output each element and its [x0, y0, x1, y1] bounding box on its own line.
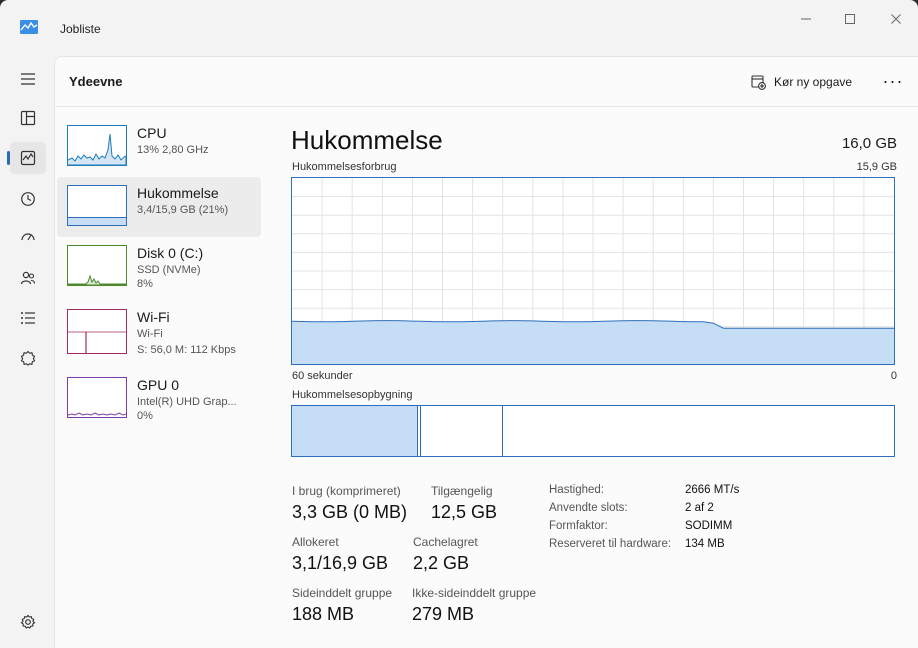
disk-thumbnail: [67, 245, 127, 286]
maximize-button[interactable]: [836, 8, 864, 30]
stat-available-value: 12,5 GB: [431, 502, 498, 522]
stat-in-use-label: I brug (komprimeret): [292, 484, 401, 498]
navigation-sidebar: [0, 56, 54, 648]
app-history-icon: [21, 192, 35, 206]
hamburger-menu-button[interactable]: [10, 63, 46, 95]
gpu-sparkline: [68, 412, 126, 416]
more-icon: ···: [882, 70, 904, 91]
stat-paged-pool-value: 188 MB: [292, 604, 355, 624]
processes-icon: [20, 110, 36, 126]
time-axis-label: 60 sekunder: [292, 370, 353, 382]
device-name: GPU 0: [137, 377, 180, 393]
memory-usage-graph: [291, 177, 895, 365]
stat-nonpaged-pool-value: 279 MB: [412, 604, 475, 624]
window-title: Jobliste: [60, 22, 101, 36]
stat-committed-label: Allokeret: [292, 535, 339, 549]
device-gpu[interactable]: GPU 0 Intel(R) UHD Grap... 0%: [57, 369, 261, 429]
details-icon: [21, 312, 35, 324]
gpu-thumbnail: [67, 377, 127, 418]
device-detail: Wi-Fi: [137, 328, 163, 340]
memory-usage-plot: [291, 178, 894, 364]
device-detail-2: S: 56,0 M: 112 Kbps: [137, 344, 236, 356]
composition-standby: [421, 406, 503, 456]
memory-thumbnail-fill: [68, 216, 126, 225]
settings-icon: [20, 614, 36, 629]
detail-reserved-value: 134 MB: [685, 538, 725, 550]
device-cpu[interactable]: CPU 13% 2,80 GHz: [57, 117, 261, 177]
stat-paged-pool-label: Sideinddelt gruppe: [292, 586, 393, 600]
detail-slots-value: 2 af 2: [685, 502, 714, 514]
page-header: Ydeevne Kør ny opgave ···: [55, 57, 918, 107]
device-detail-2: 8%: [137, 278, 153, 290]
more-options-button[interactable]: ···: [881, 69, 905, 93]
page-title: Ydeevne: [69, 74, 123, 89]
wifi-sparkline: [68, 331, 126, 353]
cpu-thumbnail: [67, 125, 127, 166]
memory-composition-bar: [291, 405, 895, 457]
device-memory[interactable]: Hukommelse 3,4/15,9 GB (21%): [57, 177, 261, 237]
nav-app-history[interactable]: [10, 183, 46, 215]
wifi-thumbnail: [67, 309, 127, 354]
run-task-label: Kør ny opgave: [774, 75, 853, 89]
stat-in-use-value: 3,3 GB (0 MB): [292, 502, 408, 522]
stat-committed-value: 3,1/16,9 GB: [292, 553, 389, 573]
task-manager-app-icon: [20, 20, 38, 34]
composition-in-use: [292, 406, 419, 456]
usage-graph-label: Hukommelsesforbrug: [292, 161, 397, 173]
cpu-sparkline: [68, 133, 126, 165]
device-detail-2: 0%: [137, 410, 153, 422]
composition-label: Hukommelsesopbygning: [292, 389, 413, 401]
memory-thumbnail: [67, 185, 127, 226]
device-name: Hukommelse: [137, 185, 219, 201]
run-new-task-button[interactable]: Kør ny opgave: [751, 70, 852, 94]
close-button[interactable]: [882, 8, 910, 30]
time-axis-end: 0: [890, 370, 897, 382]
memory-total: 16,0 GB: [841, 135, 897, 152]
close-icon: [891, 14, 901, 24]
device-name: Disk 0 (C:): [137, 245, 204, 261]
nav-startup-apps[interactable]: [10, 222, 46, 254]
run-task-icon: [751, 74, 766, 90]
detail-form-factor-label: Formfaktor:: [549, 520, 608, 532]
device-name: CPU: [137, 125, 167, 141]
detail-slots-label: Anvendte slots:: [549, 502, 628, 514]
content-panel: Ydeevne Kør ny opgave ··· CPU 13% 2,80 G…: [54, 56, 918, 648]
stat-available-label: Tilgængelig: [431, 484, 493, 498]
startup-apps-icon: [21, 233, 35, 241]
stat-cached-label: Cachelagret: [413, 535, 478, 549]
title-bar[interactable]: Jobliste: [0, 0, 918, 56]
active-indicator: [7, 151, 10, 165]
stat-nonpaged-pool-label: Ikke-sideinddelt gruppe: [412, 586, 537, 600]
nav-settings[interactable]: [10, 606, 46, 638]
services-icon: [20, 350, 36, 366]
hamburger-menu-icon: [21, 73, 35, 85]
device-name: Wi-Fi: [137, 309, 170, 325]
nav-details[interactable]: [10, 302, 46, 334]
users-icon: [20, 271, 36, 285]
maximize-icon: [845, 14, 855, 24]
performance-icon: [20, 150, 36, 166]
nav-processes[interactable]: [10, 102, 46, 134]
detail-reserved-label: Reserveret til hardware:: [549, 538, 672, 550]
device-detail: Intel(R) UHD Grap...: [137, 396, 237, 408]
detail-speed-label: Hastighed:: [549, 484, 604, 496]
minimize-icon: [801, 18, 811, 20]
nav-users[interactable]: [10, 262, 46, 294]
nav-performance[interactable]: [7, 142, 46, 174]
memory-title: Hukommelse: [291, 125, 443, 155]
minimize-button[interactable]: [792, 8, 820, 30]
detail-speed-value: 2666 MT/s: [685, 484, 740, 496]
stat-cached-value: 2,2 GB: [413, 553, 470, 573]
device-detail: 13% 2,80 GHz: [137, 144, 209, 156]
usage-graph-max: 15,9 GB: [856, 161, 897, 173]
device-detail: 3,4/15,9 GB (21%): [137, 204, 229, 216]
device-detail: SSD (NVMe): [137, 264, 201, 276]
disk-sparkline: [68, 274, 126, 285]
detail-form-factor-value: SODIMM: [685, 520, 733, 532]
device-wifi[interactable]: Wi-Fi Wi-Fi S: 56,0 M: 112 Kbps: [57, 303, 261, 363]
task-manager-window: Jobliste Ydeevne Kør ny opgave ··· CPU 1…: [0, 0, 918, 648]
device-disk[interactable]: Disk 0 (C:) SSD (NVMe) 8%: [57, 237, 261, 297]
nav-services[interactable]: [10, 342, 46, 374]
